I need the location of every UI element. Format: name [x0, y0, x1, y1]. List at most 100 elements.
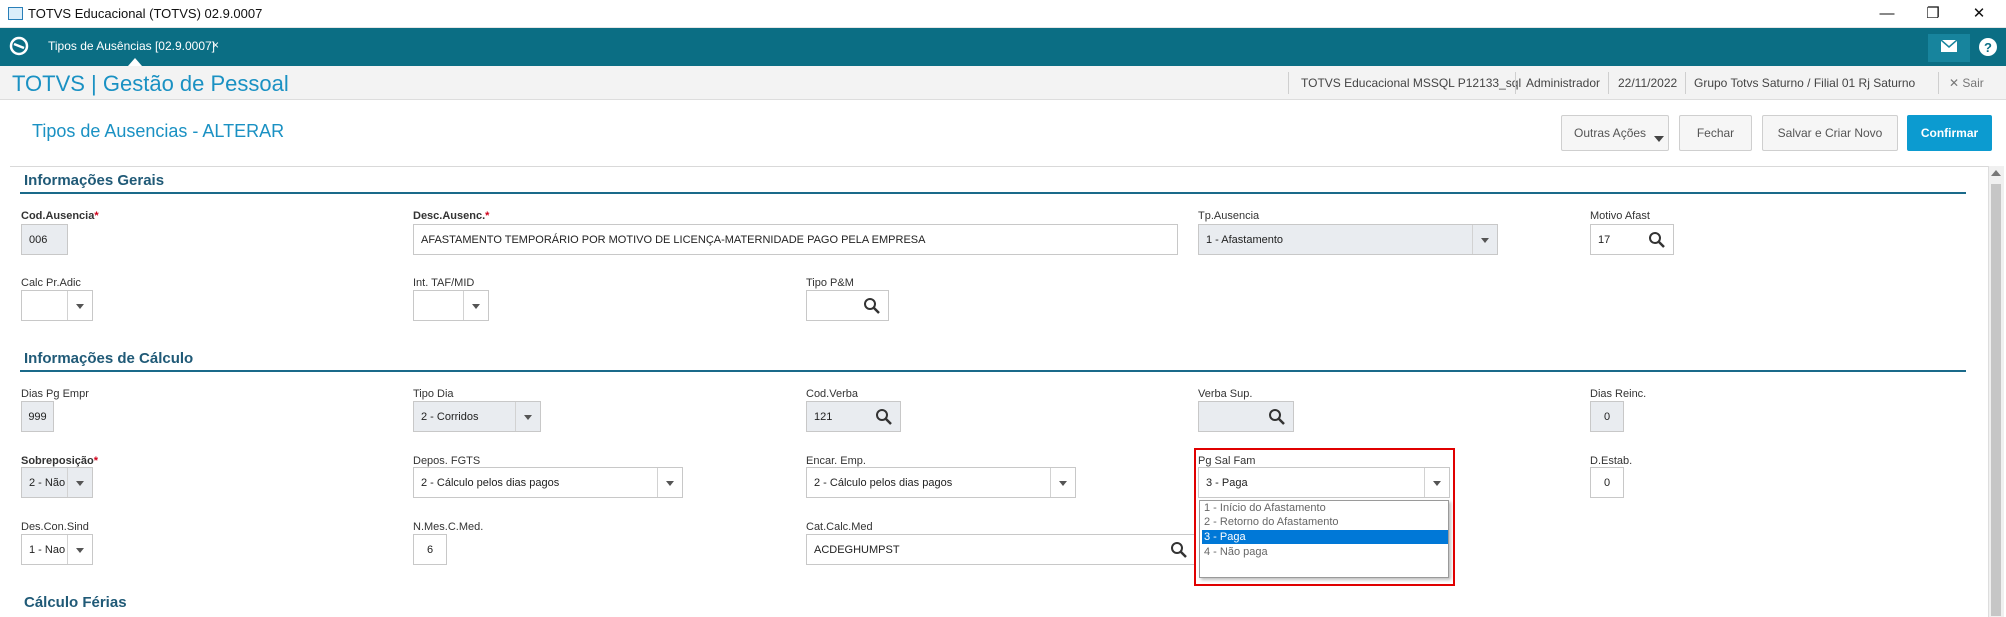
chevron-down-icon[interactable]	[1472, 225, 1497, 254]
tp-ausencia-label: Tp.Ausencia	[1198, 210, 1260, 222]
chevron-down-icon[interactable]	[67, 291, 92, 320]
dropdown-option[interactable]: 4 - Não paga	[1202, 545, 1448, 559]
window-title-bar: TOTVS Educacional (TOTVS) 02.9.0007 — ❐ …	[0, 0, 2006, 28]
cod-ausencia-label: Cod.Ausencia*	[21, 210, 99, 222]
tipo-pm-label: Tipo P&M	[806, 277, 854, 289]
restore-icon[interactable]: ❐	[1916, 2, 1950, 26]
pg-sal-fam-dropdown-list[interactable]: 1 - Início do Afastamento 2 - Retorno do…	[1199, 500, 1449, 578]
search-icon[interactable]	[863, 297, 880, 314]
desc-ausenc-field[interactable]: AFASTAMENTO TEMPORÁRIO POR MOTIVO DE LIC…	[413, 224, 1178, 255]
active-tab-indicator	[128, 58, 142, 66]
cat-calc-med-field[interactable]: ACDEGHUMPST	[806, 534, 1196, 565]
required-mark: *	[93, 455, 99, 467]
dias-pg-empr-label: Dias Pg Empr	[21, 388, 89, 400]
page-title: Tipos de Ausencias - ALTERAR	[32, 121, 285, 141]
exit-label: Sair	[1962, 76, 1984, 90]
chevron-down-icon[interactable]	[515, 402, 540, 431]
chevron-down-icon[interactable]	[67, 468, 92, 497]
verba-sup-field[interactable]	[1198, 401, 1294, 432]
tipo-pm-field[interactable]	[806, 290, 889, 321]
sobreposicao-label: Sobreposição*	[21, 455, 99, 467]
dropdown-option[interactable]: 2 - Retorno do Afastamento	[1202, 515, 1448, 529]
calc-pr-adic-label: Calc Pr.Adic	[21, 277, 81, 289]
search-icon[interactable]	[1170, 541, 1187, 558]
sobreposicao-select[interactable]: 2 - Não	[21, 467, 93, 498]
d-estab-label: D.Estab.	[1590, 455, 1633, 467]
search-icon[interactable]	[1268, 408, 1285, 425]
encar-emp-label: Encar. Emp.	[806, 455, 866, 467]
chevron-down-icon	[1654, 136, 1664, 142]
tab-bar: Tipos de Ausências [02.9.0007] × ?	[0, 28, 2006, 66]
des-con-sind-label: Des.Con.Sind	[21, 521, 89, 533]
close-window-icon[interactable]: ✕	[1962, 2, 1996, 26]
tab-label: Tipos de Ausências [02.9.0007]	[48, 39, 216, 53]
motivo-afast-field[interactable]: 17	[1590, 224, 1674, 255]
verba-sup-label: Verba Sup.	[1198, 388, 1253, 400]
header-divider	[1515, 72, 1516, 94]
des-con-sind-select[interactable]: 1 - Nao	[21, 534, 93, 565]
app-header: TOTVS | Gestão de Pessoal TOTVS Educacio…	[0, 66, 2006, 100]
required-mark: *	[485, 210, 490, 222]
dropdown-option[interactable]: 1 - Início do Afastamento	[1202, 501, 1448, 515]
mail-icon[interactable]	[1928, 34, 1970, 62]
motivo-afast-label: Motivo Afast	[1590, 210, 1650, 222]
section-divider	[20, 192, 1966, 194]
branch-info: Grupo Totvs Saturno / Filial 01 Rj Satur…	[1694, 76, 1916, 90]
desc-ausenc-label: Desc.Ausenc.*	[413, 210, 490, 222]
user-info: Administrador	[1526, 76, 1601, 90]
date-info: 22/11/2022	[1618, 76, 1678, 90]
svg-text:?: ?	[1984, 40, 1992, 55]
dias-reinc-label: Dias Reinc.	[1590, 388, 1647, 400]
other-actions-button[interactable]: Outras Ações	[1561, 115, 1669, 151]
section-title-vacation: Cálculo Férias	[24, 594, 127, 611]
header-divider	[1938, 72, 1939, 94]
header-divider	[1288, 72, 1289, 94]
help-icon[interactable]: ?	[1976, 36, 2000, 60]
int-taf-mid-select[interactable]	[413, 290, 489, 321]
scrollbar-thumb[interactable]	[1991, 184, 2001, 616]
header-divider	[1685, 72, 1686, 94]
section-title-calc: Informações de Cálculo	[24, 350, 194, 367]
scroll-up-icon[interactable]	[1991, 170, 2001, 176]
required-mark: *	[94, 210, 99, 222]
section-title-general: Informações Gerais	[24, 172, 165, 189]
dias-pg-empr-field[interactable]: 999	[21, 401, 54, 432]
search-icon[interactable]	[1648, 231, 1665, 248]
section-divider	[20, 370, 1966, 372]
chevron-down-icon[interactable]	[1050, 468, 1075, 497]
cod-ausencia-field[interactable]: 006	[21, 224, 68, 255]
tp-ausencia-select[interactable]: 1 - Afastamento	[1198, 224, 1498, 255]
tipo-dia-select[interactable]: 2 - Corridos	[413, 401, 541, 432]
tab-tipos-ausencias[interactable]: Tipos de Ausências [02.9.0007] ×	[42, 28, 226, 66]
dropdown-option-selected[interactable]: 3 - Paga	[1202, 530, 1448, 544]
tipo-dia-label: Tipo Dia	[413, 388, 454, 400]
cod-verba-field[interactable]: 121	[806, 401, 901, 432]
close-button[interactable]: Fechar	[1679, 115, 1752, 151]
other-actions-label: Outras Ações	[1574, 126, 1647, 140]
chevron-down-icon[interactable]	[67, 535, 92, 564]
d-estab-field[interactable]: 0	[1590, 467, 1624, 498]
int-taf-mid-label: Int. TAF/MID	[413, 277, 475, 289]
n-mes-c-med-label: N.Mes.C.Med.	[413, 521, 484, 533]
n-mes-c-med-field[interactable]: 6	[413, 534, 447, 565]
window-title: TOTVS Educacional (TOTVS) 02.9.0007	[28, 6, 263, 21]
cat-calc-med-label: Cat.Calc.Med	[806, 521, 873, 533]
environment-info: TOTVS Educacional MSSQL P12133_sql	[1301, 76, 1522, 90]
dias-reinc-field[interactable]: 0	[1590, 401, 1624, 432]
chevron-down-icon[interactable]	[657, 468, 682, 497]
save-and-new-button[interactable]: Salvar e Criar Novo	[1762, 115, 1898, 151]
encar-emp-select[interactable]: 2 - Cálculo pelos dias pagos	[806, 467, 1076, 498]
chevron-down-icon[interactable]	[463, 291, 488, 320]
header-divider	[1608, 72, 1609, 94]
cod-verba-label: Cod.Verba	[806, 388, 858, 400]
exit-icon: ✕	[1949, 76, 1963, 90]
calc-pr-adic-select[interactable]	[21, 290, 93, 321]
minimize-icon[interactable]: —	[1870, 2, 1904, 26]
home-refresh-icon[interactable]	[8, 35, 36, 59]
tab-close-icon[interactable]: ×	[212, 38, 219, 52]
search-icon[interactable]	[875, 408, 892, 425]
exit-button[interactable]: ✕ Sair	[1949, 76, 1984, 90]
depos-fgts-select[interactable]: 2 - Cálculo pelos dias pagos	[413, 467, 683, 498]
confirm-button[interactable]: Confirmar	[1907, 115, 1992, 151]
app-window-icon	[8, 7, 23, 20]
